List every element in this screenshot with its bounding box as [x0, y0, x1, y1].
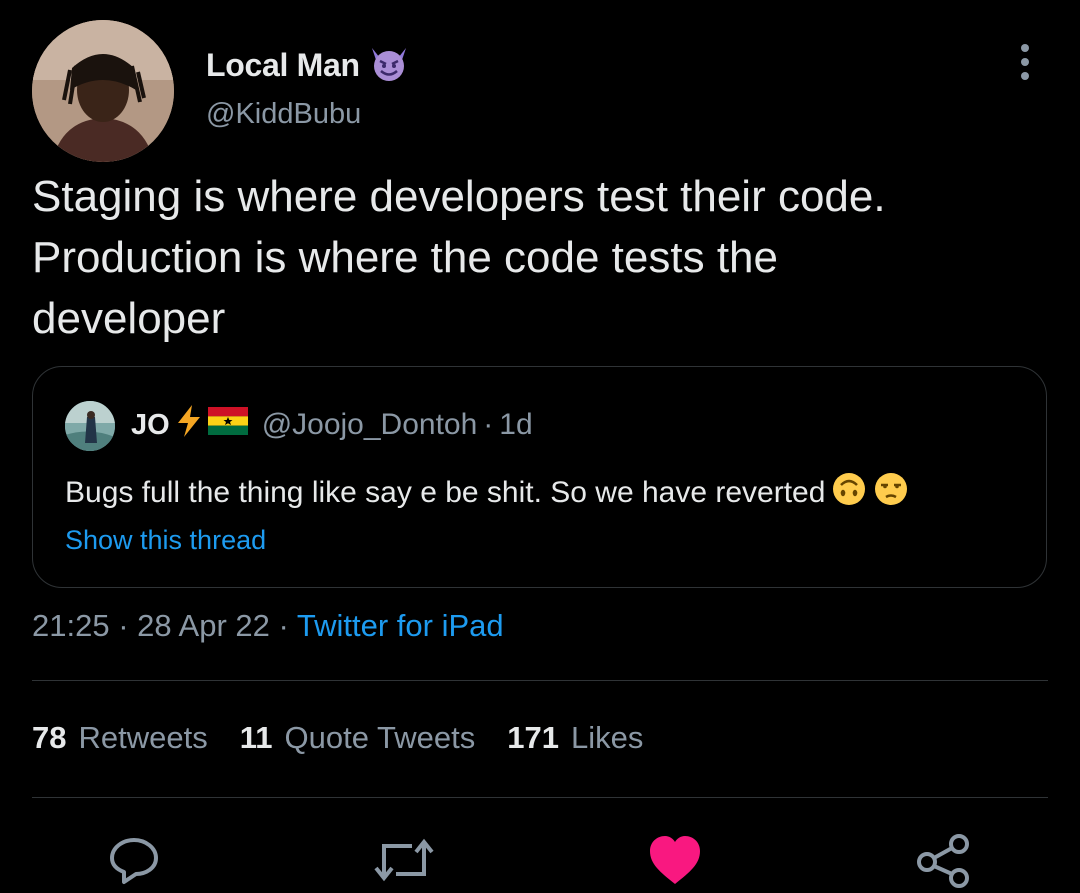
meta-separator: ·	[118, 608, 129, 643]
author-avatar[interactable]	[32, 20, 174, 162]
likes-stat[interactable]: 171 Likes	[507, 720, 643, 756]
heart-icon[interactable]	[646, 832, 704, 893]
divider	[32, 797, 1048, 798]
quoted-tweet-header: JO @Joojo_Dontoh · 1d	[131, 405, 533, 445]
more-options-icon[interactable]	[1010, 40, 1040, 84]
quoted-author-handle: @Joojo_Dontoh	[261, 408, 478, 441]
tweet-stats: 78 Retweets 11 Quote Tweets 171 Likes	[32, 720, 643, 756]
tweet-text: Staging is where developers test their c…	[32, 172, 886, 343]
tweet-time[interactable]: 21:25	[32, 608, 110, 643]
author-name-row[interactable]: Local Man	[206, 44, 410, 87]
tweet-date[interactable]: 28 Apr 22	[137, 608, 270, 643]
meta-separator: ·	[278, 608, 289, 643]
quoted-tweet-text-row: Bugs full the thing like say e be shit. …	[65, 471, 909, 515]
quoted-tweet-text: Bugs full the thing like say e be shit. …	[65, 476, 826, 509]
divider	[32, 680, 1048, 681]
retweets-stat[interactable]: 78 Retweets	[32, 720, 208, 756]
tweet-source-link[interactable]: Twitter for iPad	[297, 608, 504, 643]
upside-down-face-emoji-icon	[831, 471, 867, 515]
author-handle[interactable]: @KiddBubu	[206, 98, 361, 131]
quote-tweets-stat[interactable]: 11 Quote Tweets	[240, 720, 476, 756]
lightning-emoji-icon	[176, 405, 202, 445]
author-display-name[interactable]: Local Man	[206, 47, 360, 84]
show-thread-link[interactable]: Show this thread	[65, 525, 266, 556]
retweet-icon[interactable]	[372, 832, 436, 893]
ghana-flag-icon	[207, 407, 248, 443]
share-icon[interactable]	[915, 832, 973, 893]
tweet-meta: 21:25 · 28 Apr 22 · Twitter for iPad	[32, 608, 504, 644]
quoted-age: 1d	[499, 408, 533, 441]
quoted-author-name: JO	[131, 408, 170, 441]
quoted-separator: ·	[483, 408, 494, 441]
reply-icon[interactable]	[106, 832, 162, 893]
smiling-devil-emoji-icon	[368, 44, 410, 87]
quoted-author-avatar	[65, 401, 115, 451]
unamused-face-emoji-icon	[873, 471, 909, 515]
quoted-tweet-card[interactable]: JO @Joojo_Dontoh · 1d Bugs full the thin…	[32, 366, 1047, 588]
